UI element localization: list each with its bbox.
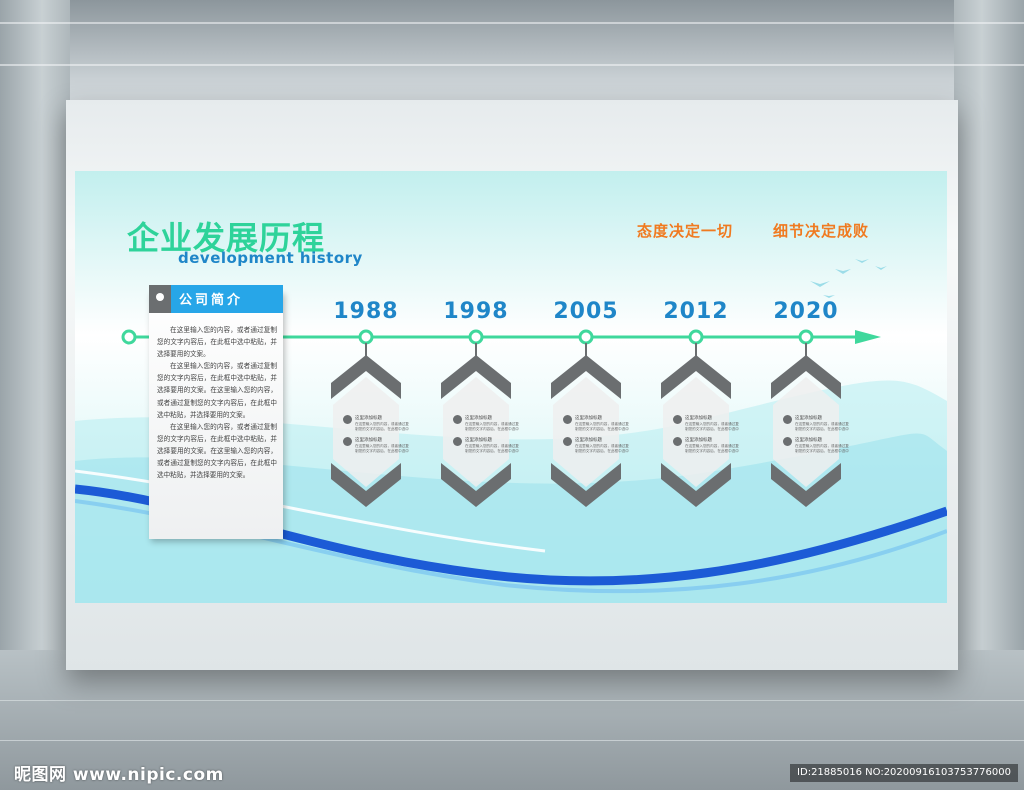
company-intro-card: 公司简介 在这里输入您的内容，或者通过复制您的文字内容后，在此框中选中粘贴，并选… xyxy=(149,285,283,539)
timeline-node xyxy=(688,329,704,345)
intro-paragraph: 在这里输入您的内容，或者通过复制您的文字内容后，在此框中选中粘贴，并选择要用的文… xyxy=(157,326,277,359)
milestone-item-title: 这里添加标题 xyxy=(795,416,822,421)
milestone-item-text: 在这里输入您的内容，或者通过复制您的文字内容后，在此框中选中粘贴 xyxy=(575,444,629,453)
milestone-item-title: 这里添加标题 xyxy=(795,438,822,443)
milestone-item-title: 这里添加标题 xyxy=(355,438,382,443)
user-icon xyxy=(453,437,462,446)
intro-paragraph: 在这里输入您的内容，或者通过复制您的文字内容后，在此框中选中粘贴，并选择要用的文… xyxy=(157,422,277,480)
milestone-card: 这里添加标题在这里输入您的内容，或者通过复制您的文字内容后，在此框中选中粘贴这里… xyxy=(441,355,519,507)
timeline-start-node xyxy=(121,329,137,345)
milestone-card: 这里添加标题在这里输入您的内容，或者通过复制您的文字内容后，在此框中选中粘贴这里… xyxy=(331,355,409,507)
user-icon xyxy=(453,415,462,424)
floor-line xyxy=(0,700,1024,701)
ceiling-line xyxy=(0,22,1024,24)
timeline-node xyxy=(578,329,594,345)
milestone-item-text: 在这里输入您的内容，或者通过复制您的文字内容后，在此框中选中粘贴 xyxy=(685,422,739,431)
timeline-node xyxy=(468,329,484,345)
milestone-item-text: 在这里输入您的内容，或者通过复制您的文字内容后，在此框中选中粘贴 xyxy=(355,444,409,453)
intro-paragraph: 在这里输入您的内容，或者通过复制您的文字内容后，在此框中选中粘贴，并选择要用的文… xyxy=(157,362,277,419)
watermark-id: ID:21885016 NO:20200916103753776000 xyxy=(790,764,1018,782)
milestone-item-text: 在这里输入您的内容，或者通过复制您的文字内容后，在此框中选中粘贴 xyxy=(795,422,849,431)
milestone-year: 1988 xyxy=(333,299,399,324)
milestone-item-text: 在这里输入您的内容，或者通过复制您的文字内容后，在此框中选中粘贴 xyxy=(355,422,409,431)
milestone-item-text: 在这里输入您的内容，或者通过复制您的文字内容后，在此框中选中粘贴 xyxy=(795,444,849,453)
milestone-item-title: 这里添加标题 xyxy=(575,438,602,443)
user-icon xyxy=(783,415,792,424)
milestone-item-text: 在这里输入您的内容，或者通过复制您的文字内容后，在此框中选中粘贴 xyxy=(465,444,519,453)
milestone-item-title: 这里添加标题 xyxy=(355,416,382,421)
milestone-item-text: 在这里输入您的内容，或者通过复制您的文字内容后，在此框中选中粘贴 xyxy=(575,422,629,431)
timeline-node xyxy=(358,329,374,345)
ceiling-line xyxy=(0,64,1024,66)
milestone-card: 这里添加标题在这里输入您的内容，或者通过复制您的文字内容后，在此框中选中粘贴这里… xyxy=(661,355,739,507)
watermark-site: 昵图网 www.nipic.com xyxy=(14,765,224,785)
intro-title: 公司简介 xyxy=(179,293,244,308)
floor-line xyxy=(0,740,1024,741)
user-icon xyxy=(343,415,352,424)
milestone-item-text: 在这里输入您的内容，或者通过复制您的文字内容后，在此框中选中粘贴 xyxy=(465,422,519,431)
user-icon xyxy=(563,415,572,424)
milestone-year: 1998 xyxy=(443,299,509,324)
intro-tab-marker xyxy=(149,285,171,313)
milestone-year: 2012 xyxy=(663,299,729,324)
milestone-item-title: 这里添加标题 xyxy=(575,416,602,421)
milestone-item-text: 在这里输入您的内容，或者通过复制您的文字内容后，在此框中选中粘贴 xyxy=(685,444,739,453)
milestone-card: 这里添加标题在这里输入您的内容，或者通过复制您的文字内容后，在此框中选中粘贴这里… xyxy=(771,355,849,507)
user-icon xyxy=(673,415,682,424)
milestone-item-title: 这里添加标题 xyxy=(685,438,712,443)
user-icon xyxy=(563,437,572,446)
milestone-item-title: 这里添加标题 xyxy=(465,438,492,443)
milestone-card: 这里添加标题在这里输入您的内容，或者通过复制您的文字内容后，在此框中选中粘贴这里… xyxy=(551,355,629,507)
milestone-year: 2020 xyxy=(773,299,839,324)
milestone-item-title: 这里添加标题 xyxy=(685,416,712,421)
user-icon xyxy=(673,437,682,446)
user-icon xyxy=(783,437,792,446)
timeline-arrowhead xyxy=(855,330,881,344)
milestone-year: 2005 xyxy=(553,299,619,324)
intro-body: 在这里输入您的内容，或者通过复制您的文字内容后，在此框中选中粘贴，并选择要用的文… xyxy=(157,324,277,481)
milestone-item-title: 这里添加标题 xyxy=(465,416,492,421)
timeline-node xyxy=(798,329,814,345)
user-icon xyxy=(343,437,352,446)
